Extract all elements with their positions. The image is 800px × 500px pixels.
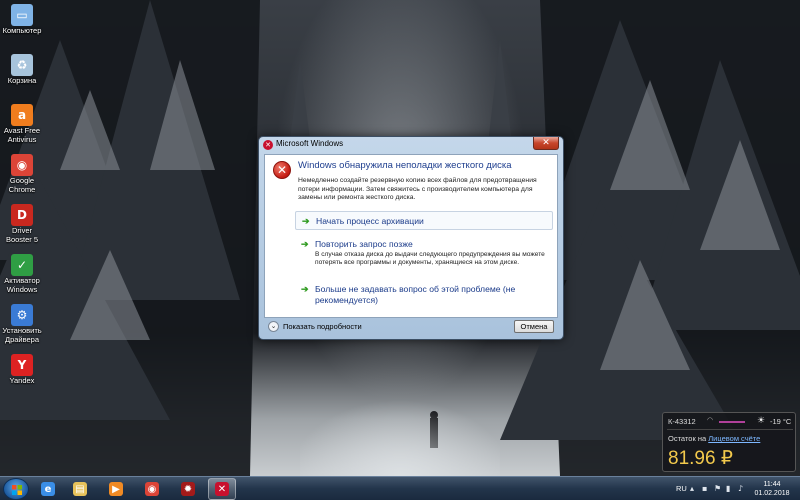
taskbar-ie[interactable]: e <box>34 478 62 500</box>
balance-gadget: К-43312 ◠ ☀ -19 °C Остаток на Лицевом сч… <box>662 412 796 472</box>
desktop-icon-driver-booster[interactable]: D Driver Booster 5 <box>0 202 44 252</box>
ie-icon: e <box>41 482 55 496</box>
windows-logo-icon <box>12 485 22 495</box>
taskbar: e ▤ ▶ ◉ ✹ ✕ RU ▴ ▪ ⚑ ▮ ♪ 11:44 01.02.201… <box>0 476 800 500</box>
start-backup-command[interactable]: ➔ Начать процесс архивации <box>295 211 553 230</box>
cancel-button[interactable]: Отмена <box>514 320 554 333</box>
command-label: Начать процесс архивации <box>316 216 424 226</box>
network-icon[interactable]: ▮ <box>726 484 730 493</box>
divider <box>667 429 793 430</box>
app-red-icon: ✹ <box>181 482 195 496</box>
start-button[interactable] <box>3 478 29 500</box>
command-label: Больше не задавать вопрос об этой пробле… <box>315 284 516 305</box>
language-indicator[interactable]: RU <box>676 484 687 493</box>
error-dialog-icon: ✕ <box>215 482 229 496</box>
explorer-icon: ▤ <box>73 482 87 496</box>
desktop-icon-yandex[interactable]: Y Yandex <box>0 352 44 402</box>
gauge-icon: ◠ <box>707 417 714 424</box>
taskbar-app[interactable]: ✹ <box>174 478 202 500</box>
dont-ask-again-command[interactable]: ➔ Больше не задавать вопрос об этой проб… <box>295 281 553 311</box>
desktop-icon-recycle-bin[interactable]: ♻ Корзина <box>0 52 44 102</box>
taskbar-error-dialog[interactable]: ✕ <box>208 478 236 500</box>
taskbar-media-player[interactable]: ▶ <box>102 478 130 500</box>
dialog-title: Microsoft Windows <box>276 139 344 148</box>
computer-icon: ▭ <box>11 4 33 26</box>
command-description: В случае отказа диска до выдачи следующе… <box>315 251 545 267</box>
remainder-prefix: Остаток на <box>668 434 707 443</box>
temperature: -19 °C <box>770 417 792 426</box>
balance-amount: 81.96 ₽ <box>668 448 733 469</box>
dialog-titlebar[interactable]: ✕ Microsoft Windows ✕ <box>259 137 563 153</box>
desktop-icon-label: Driver Booster 5 <box>5 226 39 244</box>
desktop-icon-computer[interactable]: ▭ Компьютер <box>0 2 44 52</box>
close-button[interactable]: ✕ <box>533 137 559 150</box>
error-dialog: ✕ Microsoft Windows ✕ ✕ Windows обнаружи… <box>258 136 564 340</box>
avast-icon: a <box>11 104 33 126</box>
clock[interactable]: 11:44 01.02.2018 <box>754 480 790 498</box>
green-arrow-icon: ➔ <box>301 284 309 294</box>
dialog-footer: ⌄ Показать подробности Отмена <box>264 318 558 336</box>
account-number: К-43312 <box>668 417 696 426</box>
remainder-text: Остаток на Лицевом счёте <box>668 434 760 443</box>
desktop-icon-label: Активатор Windows <box>4 276 40 294</box>
snow-path <box>300 380 500 476</box>
dialog-content: Немедленно создайте резервную копию всех… <box>298 177 537 201</box>
flag-icon[interactable]: ⚑ <box>714 484 721 493</box>
dialog-body: ✕ Windows обнаружила неполадки жесткого … <box>264 154 558 318</box>
clock-time: 11:44 <box>763 481 781 488</box>
sun-icon: ☀ <box>757 415 766 425</box>
desktop-icon-label: Установить Драйвера <box>2 326 42 344</box>
chevron-down-icon[interactable]: ⌄ <box>268 321 279 332</box>
driver-install-icon: ⚙ <box>11 304 33 326</box>
tray-app-icon[interactable]: ▪ <box>702 484 707 493</box>
show-hidden-icons-icon[interactable]: ▴ <box>690 484 694 493</box>
main-instruction: Windows обнаружила неполадки жесткого ди… <box>298 160 512 171</box>
taskbar-chrome[interactable]: ◉ <box>138 478 166 500</box>
green-arrow-icon: ➔ <box>301 239 309 249</box>
error-icon: ✕ <box>273 161 291 179</box>
command-label: Повторить запрос позже <box>315 239 413 249</box>
show-details-link[interactable]: Показать подробности <box>283 322 362 331</box>
taskbar-explorer[interactable]: ▤ <box>66 478 94 500</box>
desktop-icons: ▭ Компьютер ♻ Корзина a Avast Free Antiv… <box>0 2 44 402</box>
chrome-icon: ◉ <box>145 482 159 496</box>
green-arrow-icon: ➔ <box>302 216 310 226</box>
desktop-icon-avast[interactable]: a Avast Free Antivirus <box>0 102 44 152</box>
desktop-icon-label: Компьютер <box>2 26 42 35</box>
desktop-icon-chrome[interactable]: ◉ Google Chrome <box>0 152 44 202</box>
media-player-icon: ▶ <box>109 482 123 496</box>
desktop-icon-label: Google Chrome <box>8 176 36 194</box>
clock-date: 01.02.2018 <box>754 490 790 497</box>
desktop-icon-install-drivers[interactable]: ⚙ Установить Драйвера <box>0 302 44 352</box>
chrome-icon: ◉ <box>11 154 33 176</box>
level-bar <box>719 421 745 423</box>
desktop-icon-label: Avast Free Antivirus <box>3 126 41 144</box>
recycle-bin-icon: ♻ <box>11 54 33 76</box>
ask-later-command[interactable]: ➔ Повторить запрос позже В случае отказа… <box>295 236 553 276</box>
activator-icon: ✓ <box>11 254 33 276</box>
desktop-icon-label: Корзина <box>7 76 37 85</box>
windows-error-icon: ✕ <box>263 140 273 150</box>
account-link[interactable]: Лицевом счёте <box>708 434 760 443</box>
desktop-icon-label: Yandex <box>9 376 35 385</box>
volume-icon[interactable]: ♪ <box>738 484 743 493</box>
yandex-icon: Y <box>11 354 33 376</box>
desktop-icon-activator[interactable]: ✓ Активатор Windows <box>0 252 44 302</box>
driver-booster-icon: D <box>11 204 33 226</box>
